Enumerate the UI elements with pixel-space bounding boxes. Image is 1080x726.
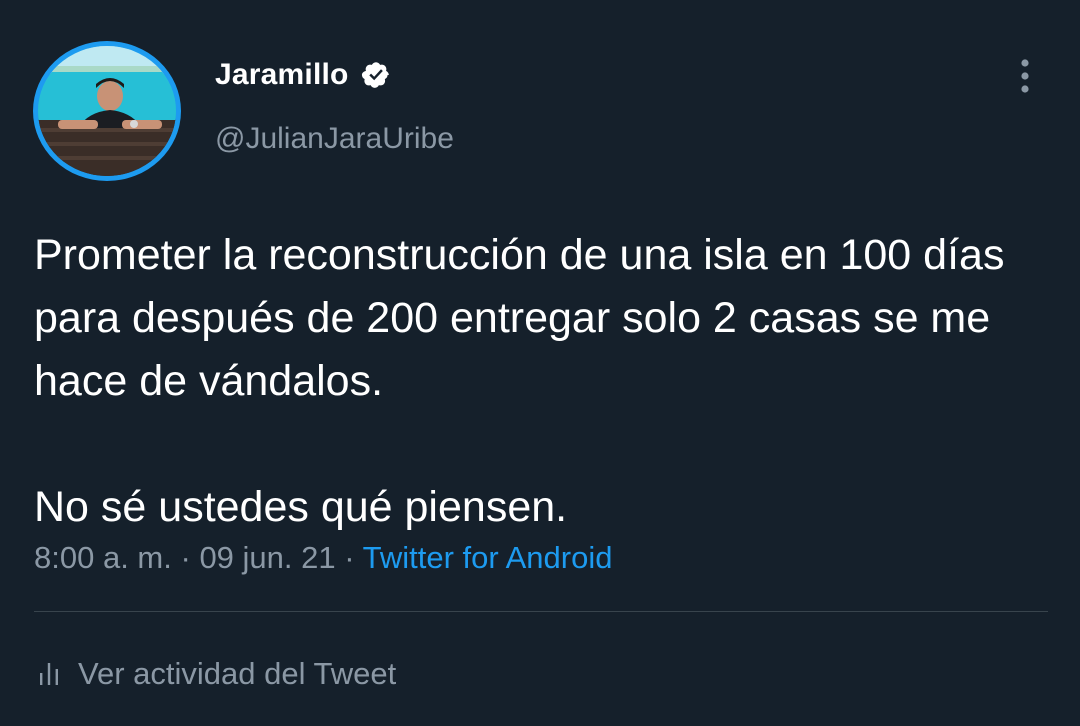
tweet-source-link[interactable]: Twitter for Android xyxy=(363,540,613,575)
view-tweet-activity-button[interactable]: Ver actividad del Tweet xyxy=(38,656,396,692)
tweet-date[interactable]: 09 jun. 21 xyxy=(199,540,335,575)
author-handle[interactable]: @JulianJaraUribe xyxy=(215,122,454,156)
profile-photo-icon xyxy=(38,46,176,176)
meta-separator: · xyxy=(344,540,355,575)
activity-bars-icon xyxy=(40,663,58,685)
tweet-text: Prometer la reconstrucción de una isla e… xyxy=(34,224,1044,539)
author-display-name[interactable]: Jaramillo xyxy=(215,58,349,92)
activity-label: Ver actividad del Tweet xyxy=(78,656,397,691)
tweet-metadata: 8:00 a. m. · 09 jun. 21 · Twitter for An… xyxy=(34,540,612,576)
meta-separator: · xyxy=(180,540,191,575)
divider xyxy=(34,611,1048,612)
tweet-time[interactable]: 8:00 a. m. xyxy=(34,540,172,575)
verified-badge-icon xyxy=(361,62,389,88)
avatar[interactable] xyxy=(33,41,181,181)
tweet-paragraph: No sé ustedes qué piensen. xyxy=(34,483,568,531)
tweet-paragraph: Prometer la reconstrucción de una isla e… xyxy=(34,231,1005,405)
more-vertical-icon[interactable] xyxy=(1012,58,1038,94)
author-name-row[interactable]: Jaramillo xyxy=(215,58,391,92)
